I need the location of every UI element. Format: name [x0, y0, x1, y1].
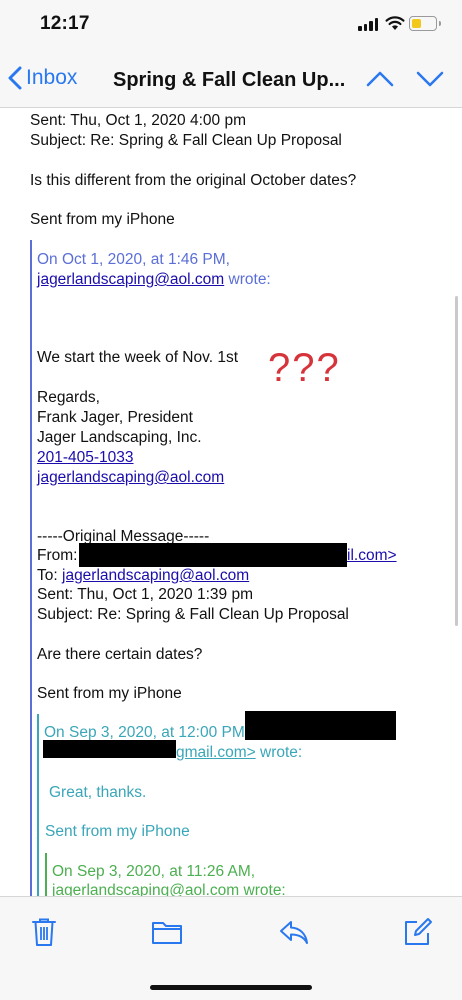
trash-icon[interactable] [31, 917, 57, 947]
compose-icon[interactable] [403, 917, 433, 947]
scrollbar[interactable] [455, 296, 458, 626]
subject-line: Subject: Re: Spring & Fall Clean Up Prop… [30, 132, 342, 149]
redacted-email [43, 740, 176, 758]
back-to-inbox-button[interactable]: Inbox [8, 66, 77, 90]
quote-header: On Oct 1, 2020, at 1:46 PM, [37, 251, 230, 268]
folder-icon[interactable] [151, 919, 183, 945]
original-signature: Sent from my iPhone [37, 685, 182, 702]
quote3-header: On Sep 3, 2020, at 11:26 AM, [52, 863, 256, 880]
quoted-body: We start the week of Nov. 1st [37, 349, 239, 366]
regards: Regards, [37, 389, 100, 406]
redacted-name [245, 711, 396, 740]
navigation-bar: Inbox Spring & Fall Clean Up... [0, 52, 462, 108]
quote-bar-level-2 [37, 714, 39, 896]
question-marks-annotation: ??? [268, 346, 341, 390]
home-indicator[interactable] [150, 985, 312, 990]
redacted-sender [79, 543, 347, 567]
from-label: From: [37, 547, 78, 564]
original-subject: Subject: Re: Spring & Fall Clean Up Prop… [37, 606, 349, 623]
wrote-label: wrote: [228, 271, 271, 288]
to-email-link[interactable]: jagerlandscaping@aol.com [62, 567, 249, 584]
quote3-wrote: wrote: [243, 882, 286, 896]
wifi-icon [385, 16, 405, 30]
reply-icon[interactable] [278, 919, 310, 945]
quote-bar [30, 240, 32, 896]
original-question: Are there certain dates? [37, 646, 203, 663]
phone-link[interactable]: 201-405-1033 [37, 448, 134, 468]
status-bar: 12:17 [0, 0, 462, 52]
signer-name: Frank Jager, President [37, 409, 193, 426]
quote3-email-link[interactable]: jagerlandscaping@aol.com [52, 882, 239, 896]
sender-email-link[interactable]: jagerlandscaping@aol.com [37, 271, 224, 288]
cellular-signal-icon [358, 18, 378, 31]
back-label: Inbox [26, 66, 78, 89]
reply-text: Is this different from the original Octo… [30, 172, 357, 189]
from-email-tail[interactable]: il.com> [347, 547, 397, 564]
battery-icon [409, 16, 441, 31]
chevron-left-icon [8, 66, 22, 90]
status-time: 12:17 [40, 13, 90, 34]
original-sent: Sent: Thu, Oct 1, 2020 1:39 pm [37, 586, 253, 603]
quote2-wrote: wrote: [260, 744, 303, 761]
quote-bar-level-3 [45, 853, 47, 896]
quote2-body: Great, thanks. [49, 784, 147, 801]
signature-email-link[interactable]: jagerlandscaping@aol.com [37, 468, 224, 488]
to-label: To: [37, 567, 58, 584]
signature: Sent from my iPhone [30, 211, 175, 228]
next-message-chevron-down-icon[interactable] [416, 70, 444, 88]
previous-message-chevron-up-icon[interactable] [366, 70, 394, 88]
sent-line: Sent: Thu, Oct 1, 2020 4:00 pm [30, 112, 246, 129]
page-title: Spring & Fall Clean Up... [113, 69, 346, 91]
company-name: Jager Landscaping, Inc. [37, 429, 202, 446]
quote2-signature: Sent from my iPhone [45, 823, 190, 840]
message-body: Sent: Thu, Oct 1, 2020 4:00 pm Subject: … [0, 108, 462, 896]
quote2-email-tail[interactable]: gmail.com> [176, 744, 256, 761]
bottom-toolbar [0, 896, 462, 1000]
